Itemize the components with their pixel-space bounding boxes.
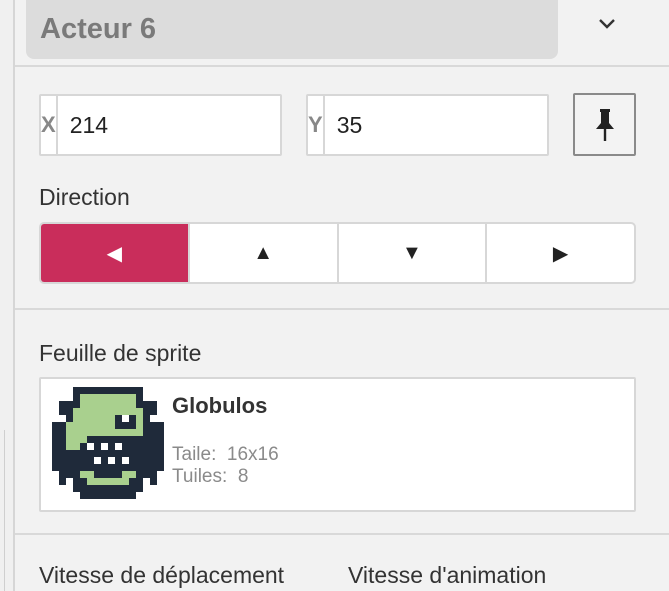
- chevron-down-icon: [599, 19, 615, 29]
- sprite-size-label: Taile:: [172, 444, 217, 465]
- sprite-tiles-value: 8: [237, 466, 249, 487]
- sprite-tiles: Tuiles: 8: [172, 466, 248, 488]
- y-coordinate-field: Y: [306, 94, 633, 156]
- arrow-up-icon: ▲: [253, 241, 274, 264]
- sprite-sheet-label: Feuille de sprite: [39, 340, 202, 366]
- direction-selector: ◀ ▲ ▼ ▶: [39, 222, 636, 284]
- x-label: X: [41, 96, 58, 154]
- direction-up-button[interactable]: ▲: [190, 224, 339, 282]
- arrow-right-icon: ▶: [552, 242, 569, 265]
- left-panel-edge: [0, 430, 5, 591]
- x-coordinate-field: X: [39, 94, 366, 156]
- y-label: Y: [308, 96, 325, 154]
- direction-left-button[interactable]: ◀: [41, 224, 190, 282]
- sprite-size: Taile: 16x16: [172, 444, 279, 466]
- header-divider: [15, 65, 669, 67]
- section-divider-2: [15, 533, 669, 535]
- arrow-left-icon: ◀: [106, 242, 123, 265]
- sprite-sheet-selector[interactable]: Globulos Taile: 16x16 Tuiles: 8: [39, 377, 636, 512]
- direction-down-button[interactable]: ▼: [339, 224, 488, 282]
- direction-label: Direction: [39, 184, 130, 210]
- sprite-name: Globulos: [172, 393, 268, 418]
- section-divider: [15, 308, 669, 310]
- sprite-thumbnail: [52, 387, 164, 499]
- direction-right-button[interactable]: ▶: [487, 224, 634, 282]
- actor-header[interactable]: Acteur 6: [26, 0, 558, 59]
- movement-speed-label: Vitesse de déplacement: [39, 562, 285, 588]
- actor-properties-panel: Acteur 6 X Y Direction ◀ ▲ ▼: [13, 0, 669, 591]
- animation-speed-label: Vitesse d'animation: [348, 562, 547, 588]
- sprite-size-value: 16x16: [226, 444, 279, 465]
- actor-title: Acteur 6: [40, 13, 157, 45]
- pin-icon: [595, 108, 614, 141]
- collapse-button[interactable]: [589, 6, 625, 42]
- arrow-down-icon: ▼: [401, 241, 422, 264]
- pin-position-button[interactable]: [573, 93, 636, 156]
- sprite-tiles-label: Tuiles:: [172, 466, 228, 487]
